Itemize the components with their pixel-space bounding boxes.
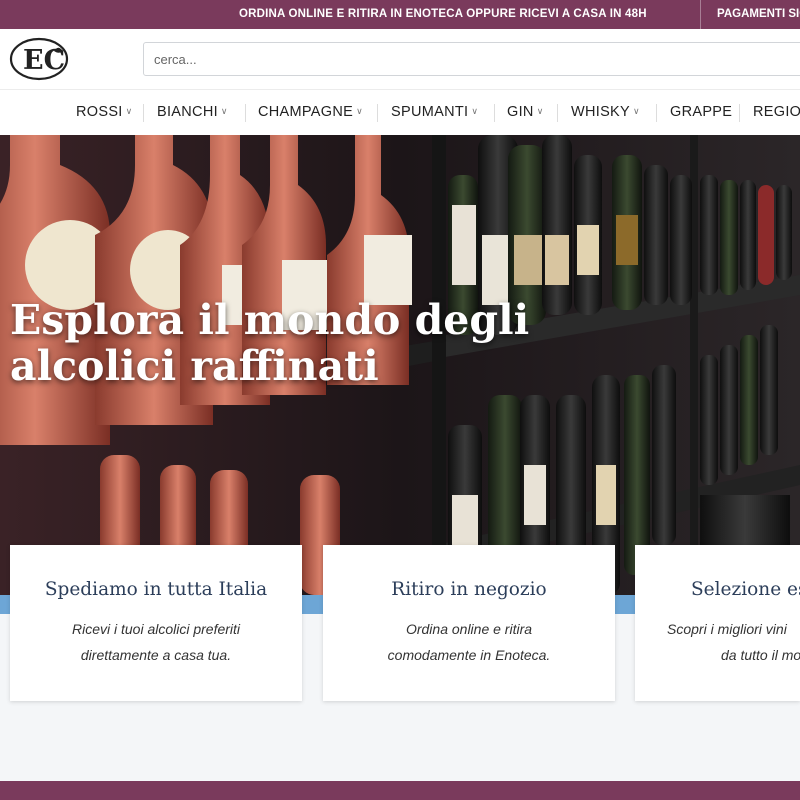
feature-card-text: Ricevi i tuoi alcolici preferiti diretta… bbox=[10, 616, 302, 668]
chevron-down-icon: ∨ bbox=[356, 106, 363, 116]
hero-banner: Esplora il mondo degli alcolici raffinat… bbox=[0, 135, 800, 595]
nav-item-gin[interactable]: GIN ∨ bbox=[507, 104, 544, 120]
hero-title-line1: Esplora il mondo degli bbox=[10, 296, 530, 344]
nav-divider bbox=[377, 104, 378, 122]
chevron-down-icon: ∨ bbox=[633, 106, 640, 116]
nav-label: BIANCHI bbox=[157, 104, 218, 120]
promo-message-secure-payments: PAGAMENTI SICURI bbox=[717, 8, 800, 20]
nav-divider bbox=[739, 104, 740, 122]
promo-divider bbox=[700, 0, 701, 29]
nav-item-rossi[interactable]: ROSSI ∨ bbox=[76, 104, 133, 120]
feature-card-title: Selezione esclusiva bbox=[691, 579, 800, 600]
nav-divider bbox=[143, 104, 144, 122]
feature-card-line: Ordina online e ritira bbox=[405, 621, 533, 637]
search-input[interactable] bbox=[143, 42, 800, 76]
chevron-down-icon: ∨ bbox=[471, 106, 479, 116]
footer-bar bbox=[0, 781, 800, 800]
nav-label: CHAMPAGNE bbox=[258, 104, 354, 120]
feature-card-inner: Selezione esclusiva Scopri i migliori vi… bbox=[635, 545, 800, 668]
logo-mark-icon: EC bbox=[9, 37, 69, 81]
feature-card-line: da tutto il mondo. bbox=[721, 647, 800, 663]
feature-card-title: Spediamo in tutta Italia bbox=[44, 579, 268, 600]
nav-divider bbox=[494, 104, 495, 122]
nav-item-bianchi[interactable]: BIANCHI ∨ bbox=[157, 104, 228, 120]
feature-card-text: Scopri i migliori vini da tutto il mondo… bbox=[635, 616, 800, 668]
nav-item-grappe[interactable]: GRAPPE bbox=[670, 104, 732, 120]
chevron-down-icon: ∨ bbox=[220, 106, 228, 116]
feature-card-title: Ritiro in negozio bbox=[391, 579, 547, 600]
chevron-down-icon: ∨ bbox=[125, 106, 133, 116]
hero-title: Esplora il mondo degli alcolici raffinat… bbox=[10, 297, 610, 389]
nav-item-whisky[interactable]: WHISKY ∨ bbox=[571, 104, 640, 120]
nav-divider bbox=[557, 104, 558, 122]
hero-title-line2: alcolici raffinati bbox=[10, 342, 379, 390]
nav-label: GRAPPE bbox=[670, 104, 733, 120]
nav-label: SPUMANTI bbox=[391, 104, 469, 120]
page: ORDINA ONLINE E RITIRA IN ENOTECA OPPURE… bbox=[0, 0, 800, 800]
promo-bar: ORDINA ONLINE E RITIRA IN ENOTECA OPPURE… bbox=[0, 0, 800, 29]
nav-label: WHISKY bbox=[571, 104, 630, 120]
feature-card-line: direttamente a casa tua. bbox=[80, 647, 232, 663]
feature-card-line: comodamente in Enoteca. bbox=[387, 647, 551, 663]
nav-label: ROSSI bbox=[76, 104, 123, 120]
nav-item-regioni[interactable]: REGIONI∨ bbox=[753, 104, 800, 120]
site-logo[interactable]: EC bbox=[8, 37, 70, 81]
site-header: EC bbox=[0, 29, 800, 89]
nav-label: REGIONI bbox=[753, 104, 800, 120]
nav-divider bbox=[245, 104, 246, 122]
nav-divider bbox=[656, 104, 657, 122]
nav-item-spumanti[interactable]: SPUMANTI ∨ bbox=[391, 104, 478, 120]
feature-card-store-pickup: Ritiro in negozio Ordina online e ritira… bbox=[323, 545, 615, 701]
feature-card-line: Ricevi i tuoi alcolici preferiti bbox=[71, 621, 241, 637]
main-nav: ROSSI ∨ BIANCHI ∨ CHAMPAGNE ∨ SPUMANTI ∨ GIN… bbox=[0, 89, 800, 135]
feature-card-shipping: Spediamo in tutta Italia Ricevi i tuoi a… bbox=[10, 545, 302, 701]
feature-card-selection: Selezione esclusiva Scopri i migliori vi… bbox=[635, 545, 800, 701]
feature-card-text: Ordina online e ritira comodamente in En… bbox=[323, 616, 615, 668]
promo-message: ORDINA ONLINE E RITIRA IN ENOTECA OPPURE… bbox=[239, 8, 647, 20]
nav-label: GIN bbox=[507, 104, 534, 120]
chevron-down-icon: ∨ bbox=[536, 106, 544, 116]
feature-card-line: Scopri i migliori vini bbox=[667, 621, 787, 637]
nav-item-champagne[interactable]: CHAMPAGNE ∨ bbox=[258, 104, 363, 120]
